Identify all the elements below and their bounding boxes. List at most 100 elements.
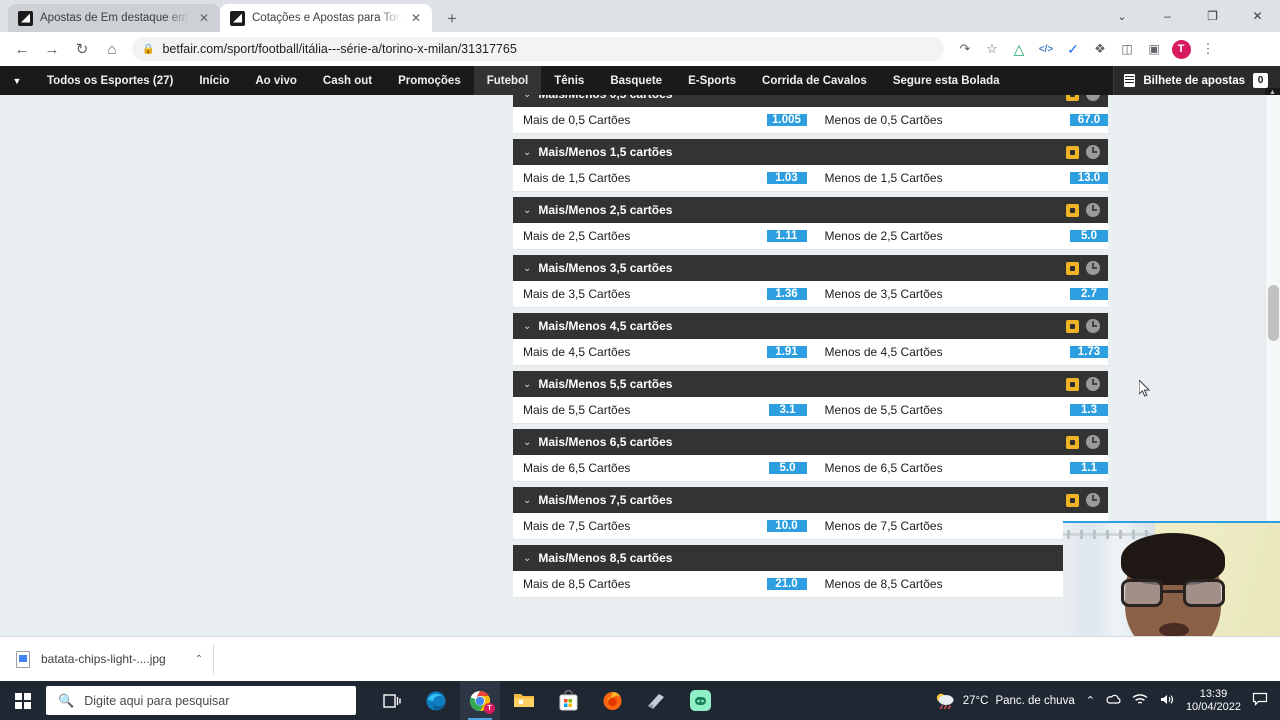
nav-item-tenis[interactable]: Tênis bbox=[541, 66, 597, 95]
betslip-button[interactable]: Bilhete de apostas 0 bbox=[1113, 66, 1280, 95]
market-header[interactable]: ⌄ Mais/Menos 1,5 cartões bbox=[513, 139, 1108, 165]
close-icon[interactable]: ✕ bbox=[196, 10, 212, 26]
odds-button[interactable]: 10.0 bbox=[766, 520, 807, 532]
tray-overflow-icon[interactable]: ⌃ bbox=[1086, 694, 1095, 707]
selection-over[interactable]: Mais de 5,5 Cartões 3.1 bbox=[513, 397, 807, 423]
nav-item-promocoes[interactable]: Promoções bbox=[385, 66, 474, 95]
odds-button[interactable]: 67.0 bbox=[1070, 114, 1108, 126]
speaker-icon[interactable] bbox=[1159, 693, 1175, 709]
taskbar-clock[interactable]: 13:39 10/04/2022 bbox=[1186, 688, 1241, 713]
microsoft-store-icon[interactable] bbox=[548, 681, 588, 720]
scrollbar-thumb[interactable] bbox=[1268, 285, 1279, 341]
google-drive-icon[interactable]: △ bbox=[1006, 36, 1032, 62]
cashout-icon[interactable] bbox=[1066, 95, 1079, 101]
weather-widget[interactable]: 27°C Panc. de chuva bbox=[934, 692, 1075, 709]
reload-icon[interactable]: ↻ bbox=[68, 35, 96, 63]
nav-item-corrida-de-cavalos[interactable]: Corrida de Cavalos bbox=[749, 66, 880, 95]
cashout-icon[interactable] bbox=[1066, 377, 1079, 391]
chevron-down-icon[interactable]: ⌄ bbox=[523, 495, 531, 506]
chevron-down-icon[interactable]: ▼ bbox=[0, 66, 34, 95]
clock-icon[interactable] bbox=[1086, 95, 1100, 101]
odds-button[interactable]: 5.0 bbox=[1070, 230, 1108, 242]
selection-over[interactable]: Mais de 4,5 Cartões 1.91 bbox=[513, 339, 807, 365]
market-header[interactable]: ⌄ Mais/Menos 6,5 cartões bbox=[513, 429, 1108, 455]
start-button[interactable] bbox=[0, 681, 46, 720]
nav-item-futebol[interactable]: Futebol bbox=[473, 66, 542, 95]
chevron-down-icon[interactable]: ⌄ bbox=[523, 205, 531, 216]
clock-icon[interactable] bbox=[1086, 377, 1100, 391]
task-view-icon[interactable] bbox=[372, 681, 412, 720]
download-item[interactable]: batata-chips-light-....jpg ⌃ bbox=[12, 644, 215, 674]
selection-over[interactable]: Mais de 6,5 Cartões 5.0 bbox=[513, 455, 807, 481]
star-icon[interactable]: ☆ bbox=[979, 36, 1005, 62]
odds-button[interactable]: 1.3 bbox=[1070, 404, 1108, 416]
address-bar[interactable]: 🔒 betfair.com/sport/football/itália---sé… bbox=[132, 37, 944, 61]
odds-button[interactable]: 1.73 bbox=[1070, 346, 1108, 358]
cashout-icon[interactable] bbox=[1066, 319, 1079, 333]
chevron-up-icon[interactable]: ⌃ bbox=[195, 654, 203, 665]
selection-over[interactable]: Mais de 7,5 Cartões 10.0 bbox=[513, 513, 807, 539]
nav-item-ao-vivo[interactable]: Ao vivo bbox=[242, 66, 310, 95]
odds-button[interactable]: 1.36 bbox=[766, 288, 807, 300]
odds-button[interactable]: 1.11 bbox=[766, 230, 807, 242]
home-icon[interactable]: ⌂ bbox=[98, 35, 126, 63]
odds-button[interactable]: 3.1 bbox=[768, 404, 807, 416]
minimize-button[interactable]: – bbox=[1145, 0, 1190, 32]
selection-over[interactable]: Mais de 2,5 Cartões 1.11 bbox=[513, 223, 807, 249]
firefox-icon[interactable] bbox=[592, 681, 632, 720]
close-window-button[interactable]: ✕ bbox=[1235, 0, 1280, 32]
chevron-down-icon[interactable]: ⌄ bbox=[523, 321, 531, 332]
odds-button[interactable]: 2.7 bbox=[1070, 288, 1108, 300]
share-icon[interactable]: ↷ bbox=[952, 36, 978, 62]
cashout-icon[interactable] bbox=[1066, 203, 1079, 217]
chevron-down-icon[interactable]: ⌄ bbox=[523, 95, 531, 100]
odds-button[interactable]: 21.0 bbox=[766, 578, 807, 590]
selection-over[interactable]: Mais de 0,5 Cartões 1.005 bbox=[513, 107, 807, 133]
nav-item-cash-out[interactable]: Cash out bbox=[310, 66, 385, 95]
close-icon[interactable]: ✕ bbox=[408, 10, 424, 26]
cashout-icon[interactable] bbox=[1066, 261, 1079, 275]
browser-tab-1[interactable]: Apostas de Em destaque em Fute ✕ bbox=[8, 4, 220, 32]
chevron-down-icon[interactable]: ⌄ bbox=[523, 147, 531, 158]
selection-under[interactable]: Menos de 4,5 Cartões 1.73 bbox=[815, 339, 1108, 365]
nav-item-todos-os-esportes[interactable]: Todos os Esportes (27) bbox=[34, 66, 186, 95]
clock-icon[interactable] bbox=[1086, 435, 1100, 449]
market-header[interactable]: ⌄ Mais/Menos 7,5 cartões bbox=[513, 487, 1108, 513]
cast-icon[interactable]: ◫ bbox=[1114, 36, 1140, 62]
market-header[interactable]: ⌄ Mais/Menos 2,5 cartões bbox=[513, 197, 1108, 223]
notification-icon[interactable] bbox=[1252, 692, 1268, 709]
microsoft-edge-icon[interactable] bbox=[416, 681, 456, 720]
cashout-icon[interactable] bbox=[1066, 435, 1079, 449]
odds-button[interactable]: 1.1 bbox=[1070, 462, 1108, 474]
clock-icon[interactable] bbox=[1086, 145, 1100, 159]
odds-button[interactable]: 1.91 bbox=[766, 346, 807, 358]
tab-search-icon[interactable]: ⌄ bbox=[1099, 0, 1145, 32]
book-app-icon[interactable] bbox=[636, 681, 676, 720]
market-header[interactable]: ⌄ Mais/Menos 8,5 cartões bbox=[513, 545, 1108, 571]
odds-button[interactable]: 1.03 bbox=[766, 172, 807, 184]
avatar[interactable]: T bbox=[1168, 36, 1194, 62]
selection-over[interactable]: Mais de 8,5 Cartões 21.0 bbox=[513, 571, 807, 597]
nav-item-e-sports[interactable]: E-Sports bbox=[675, 66, 749, 95]
market-header[interactable]: ⌄ Mais/Menos 3,5 cartões bbox=[513, 255, 1108, 281]
browser-tab-2[interactable]: Cotações e Apostas para Torino ✕ bbox=[220, 4, 432, 32]
clock-icon[interactable] bbox=[1086, 203, 1100, 217]
wifi-icon[interactable] bbox=[1132, 693, 1148, 709]
green-app-icon[interactable] bbox=[680, 681, 720, 720]
extensions-puzzle-icon[interactable]: ❖ bbox=[1087, 36, 1113, 62]
file-explorer-icon[interactable] bbox=[504, 681, 544, 720]
selection-over[interactable]: Mais de 3,5 Cartões 1.36 bbox=[513, 281, 807, 307]
chevron-down-icon[interactable]: ⌄ bbox=[523, 379, 531, 390]
search-input[interactable]: 🔍 Digite aqui para pesquisar bbox=[46, 686, 356, 715]
google-chrome-icon[interactable]: T bbox=[460, 681, 500, 720]
selection-under[interactable]: Menos de 6,5 Cartões 1.1 bbox=[815, 455, 1108, 481]
market-header[interactable]: ⌄ Mais/Menos 4,5 cartões bbox=[513, 313, 1108, 339]
clock-icon[interactable] bbox=[1086, 319, 1100, 333]
odds-button[interactable]: 5.0 bbox=[768, 462, 807, 474]
nav-item-basquete[interactable]: Basquete bbox=[597, 66, 675, 95]
selection-over[interactable]: Mais de 1,5 Cartões 1.03 bbox=[513, 165, 807, 191]
side-panel-icon[interactable]: ▣ bbox=[1141, 36, 1167, 62]
chrome-menu-icon[interactable]: ⋮ bbox=[1195, 36, 1221, 62]
odds-button[interactable]: 13.0 bbox=[1070, 172, 1108, 184]
chevron-down-icon[interactable]: ⌄ bbox=[523, 263, 531, 274]
